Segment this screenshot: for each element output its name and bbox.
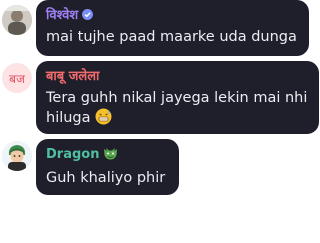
sender-avatar[interactable]: बज <box>2 63 32 93</box>
message-bubble[interactable]: बाबू जलेला Tera guhh nikal jayega lekin … <box>36 61 319 134</box>
avatar-initials: बज <box>9 71 25 86</box>
sender-name[interactable]: Dragon <box>46 147 169 164</box>
grimacing-sweat-face-icon <box>95 108 112 131</box>
message-bubble[interactable]: विश्वेश mai tujhe paad maarke uda dunga <box>36 0 309 56</box>
sender-avatar[interactable] <box>2 141 32 171</box>
message-text: Guh khaliyo phir <box>46 170 166 186</box>
anime-character-avatar-icon <box>2 141 32 171</box>
message-line-wrap: hiluga <box>46 108 309 131</box>
photo-avatar-icon <box>2 5 32 35</box>
message-bubble[interactable]: Dragon Guh khaliyo phir <box>36 139 179 195</box>
verified-badge-icon <box>82 9 94 20</box>
message-text: mai tujhe paad maarke uda dunga <box>46 29 297 45</box>
message-line: hiluga <box>46 110 91 126</box>
dragon-face-icon <box>103 147 118 164</box>
message-text: Tera guhh nikal jayega lekin mai nhi hil… <box>46 89 309 131</box>
message-line: Tera guhh nikal jayega lekin mai nhi <box>46 90 308 106</box>
sender-name[interactable]: बाबू जलेला <box>46 69 309 84</box>
sender-name[interactable]: विश्वेश <box>46 8 299 23</box>
sender-avatar[interactable] <box>2 5 32 35</box>
